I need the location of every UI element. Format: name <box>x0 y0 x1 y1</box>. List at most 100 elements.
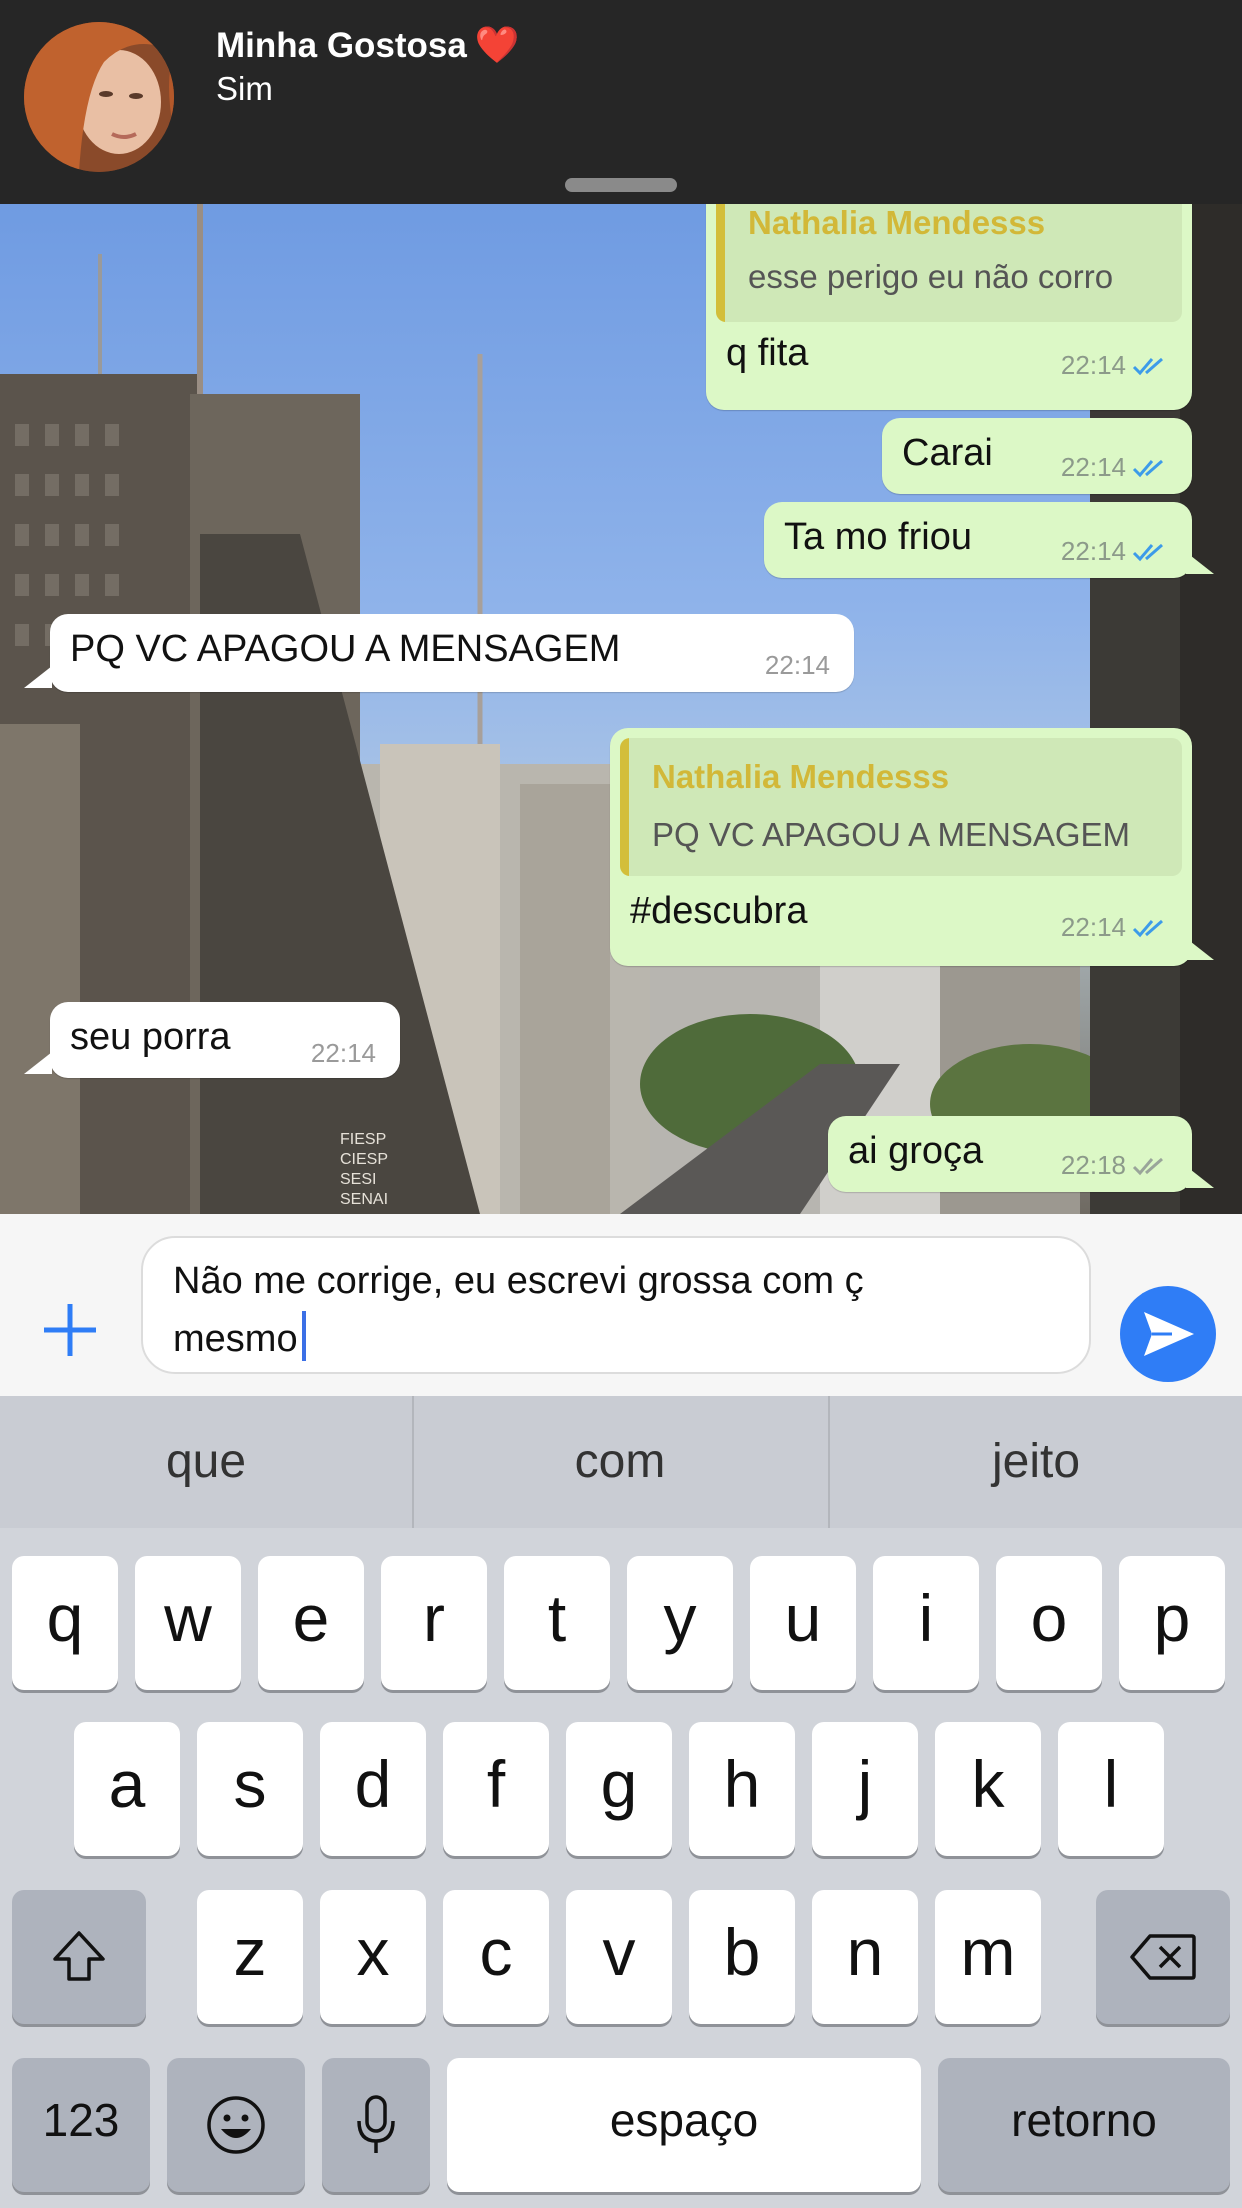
microphone-icon <box>357 2095 395 2153</box>
message-bubble-outgoing[interactable]: ai groça 22:18 <box>828 1116 1192 1192</box>
message-text: Carai <box>902 432 993 474</box>
message-time: 22:14 <box>1060 350 1126 380</box>
key-x[interactable]: x <box>320 1890 426 2024</box>
key-c[interactable]: c <box>443 1890 549 2024</box>
text-caret <box>301 1311 306 1361</box>
message-text: ai groça <box>848 1130 984 1172</box>
message-input-text: Não me corrige, eu escrevi grossa com ç … <box>173 1252 1053 1368</box>
read-ticks-icon <box>1132 541 1168 563</box>
message-bubble-outgoing[interactable]: Nathalia Mendesss PQ VC APAGOU A MENSAGE… <box>610 728 1192 966</box>
quoted-message[interactable]: Nathalia Mendesss PQ VC APAGOU A MENSAGE… <box>620 738 1182 876</box>
return-key[interactable]: retorno <box>938 2058 1230 2192</box>
bubble-tail <box>1186 938 1214 960</box>
message-time: 22:18 <box>1060 1150 1126 1180</box>
message-time: 22:14 <box>1060 536 1126 566</box>
heart-emoji: ❤️ <box>474 24 520 65</box>
message-text: PQ VC APAGOU A MENSAGEM <box>70 628 621 670</box>
message-time: 22:14 <box>764 650 830 680</box>
message-bubble-outgoing[interactable]: Nathalia Mendesss esse perigo eu não cor… <box>706 204 1192 410</box>
read-ticks-icon <box>1132 355 1168 377</box>
quote-text: PQ VC APAGOU A MENSAGEM <box>652 816 1131 853</box>
message-bubble-incoming[interactable]: seu porra 22:14 <box>50 1002 400 1078</box>
backspace-icon <box>1130 1934 1196 1980</box>
key-b[interactable]: b <box>689 1890 795 2024</box>
delivered-ticks-icon <box>1132 1155 1168 1177</box>
notification-message: Sim <box>216 70 273 107</box>
key-y[interactable]: y <box>627 1556 733 1690</box>
key-w[interactable]: w <box>135 1556 241 1690</box>
key-p[interactable]: p <box>1119 1556 1225 1690</box>
key-d[interactable]: d <box>320 1722 426 1856</box>
notification-banner[interactable]: Minha Gostosa ❤️ Sim <box>0 0 1242 204</box>
quote-text: esse perigo eu não corro <box>748 258 1114 295</box>
key-k[interactable]: k <box>935 1722 1041 1856</box>
key-j[interactable]: j <box>812 1722 918 1856</box>
message-time: 22:14 <box>310 1038 376 1068</box>
key-o[interactable]: o <box>996 1556 1102 1690</box>
key-g[interactable]: g <box>566 1722 672 1856</box>
bubble-tail <box>24 666 52 688</box>
plus-icon <box>44 1304 96 1356</box>
contact-name-text: Minha Gostosa <box>216 26 467 65</box>
message-meta: 22:14 <box>1061 912 1168 943</box>
read-ticks-icon <box>1132 917 1168 939</box>
attach-button[interactable] <box>40 1300 100 1360</box>
suggestion-3[interactable]: jeito <box>830 1396 1242 1528</box>
message-meta: 22:14 <box>311 1038 376 1069</box>
delete-key[interactable] <box>1096 1890 1230 2024</box>
space-key[interactable]: espaço <box>447 2058 921 2192</box>
emoji-icon <box>207 2096 265 2154</box>
key-q[interactable]: q <box>12 1556 118 1690</box>
key-a[interactable]: a <box>74 1722 180 1856</box>
message-bubble-incoming[interactable]: PQ VC APAGOU A MENSAGEM 22:14 <box>50 614 854 692</box>
key-z[interactable]: z <box>197 1890 303 2024</box>
message-meta: 22:14 <box>765 650 830 681</box>
key-i[interactable]: i <box>873 1556 979 1690</box>
message-text: Ta mo friou <box>784 516 972 558</box>
message-bubble-outgoing[interactable]: Carai 22:14 <box>882 418 1192 494</box>
suggestion-2[interactable]: com <box>414 1396 826 1528</box>
message-meta: 22:14 <box>1061 536 1168 567</box>
wallpaper-sign-1: FIESP <box>340 1131 386 1148</box>
key-h[interactable]: h <box>689 1722 795 1856</box>
key-f[interactable]: f <box>443 1722 549 1856</box>
send-button[interactable] <box>1120 1286 1216 1382</box>
contact-name: Minha Gostosa ❤️ <box>216 24 520 66</box>
bubble-tail <box>24 1052 52 1074</box>
key-n[interactable]: n <box>812 1890 918 2024</box>
message-input[interactable]: Não me corrige, eu escrevi grossa com ç … <box>141 1236 1091 1374</box>
shift-icon <box>53 1931 105 1981</box>
key-r[interactable]: r <box>381 1556 487 1690</box>
quote-author: Nathalia Mendesss <box>652 758 950 795</box>
key-u[interactable]: u <box>750 1556 856 1690</box>
key-t[interactable]: t <box>504 1556 610 1690</box>
message-input-line-2: mesmo <box>173 1318 298 1360</box>
message-bubble-outgoing[interactable]: Ta mo friou 22:14 <box>764 502 1192 578</box>
contact-avatar <box>24 22 174 172</box>
key-l[interactable]: l <box>1058 1722 1164 1856</box>
numbers-key[interactable]: 123 <box>12 2058 150 2192</box>
emoji-key[interactable] <box>167 2058 305 2192</box>
message-meta: 22:14 <box>1061 350 1168 381</box>
banner-drag-handle[interactable] <box>565 178 677 192</box>
key-e[interactable]: e <box>258 1556 364 1690</box>
message-text: seu porra <box>70 1016 231 1058</box>
wallpaper-sign-4: SENAI <box>340 1191 388 1208</box>
shift-key[interactable] <box>12 1890 146 2024</box>
message-time: 22:14 <box>1060 452 1126 482</box>
suggestion-1[interactable]: que <box>0 1396 412 1528</box>
wallpaper-sign-2: CIESP <box>340 1151 388 1168</box>
quote-author: Nathalia Mendesss <box>748 204 1046 241</box>
key-m[interactable]: m <box>935 1890 1041 2024</box>
message-meta: 22:18 <box>1061 1150 1168 1181</box>
chat-area[interactable]: FIESP CIESP SESI SENAI Nathalia Mendesss… <box>0 204 1242 1214</box>
message-text: #descubra <box>630 890 808 932</box>
message-meta: 22:14 <box>1061 452 1168 483</box>
message-input-line-1: Não me corrige, eu escrevi grossa com ç <box>173 1260 864 1302</box>
dictation-key[interactable] <box>322 2058 430 2192</box>
key-v[interactable]: v <box>566 1890 672 2024</box>
key-s[interactable]: s <box>197 1722 303 1856</box>
quoted-message[interactable]: Nathalia Mendesss esse perigo eu não cor… <box>716 204 1182 322</box>
bubble-tail <box>1186 552 1214 574</box>
message-time: 22:14 <box>1060 912 1126 942</box>
